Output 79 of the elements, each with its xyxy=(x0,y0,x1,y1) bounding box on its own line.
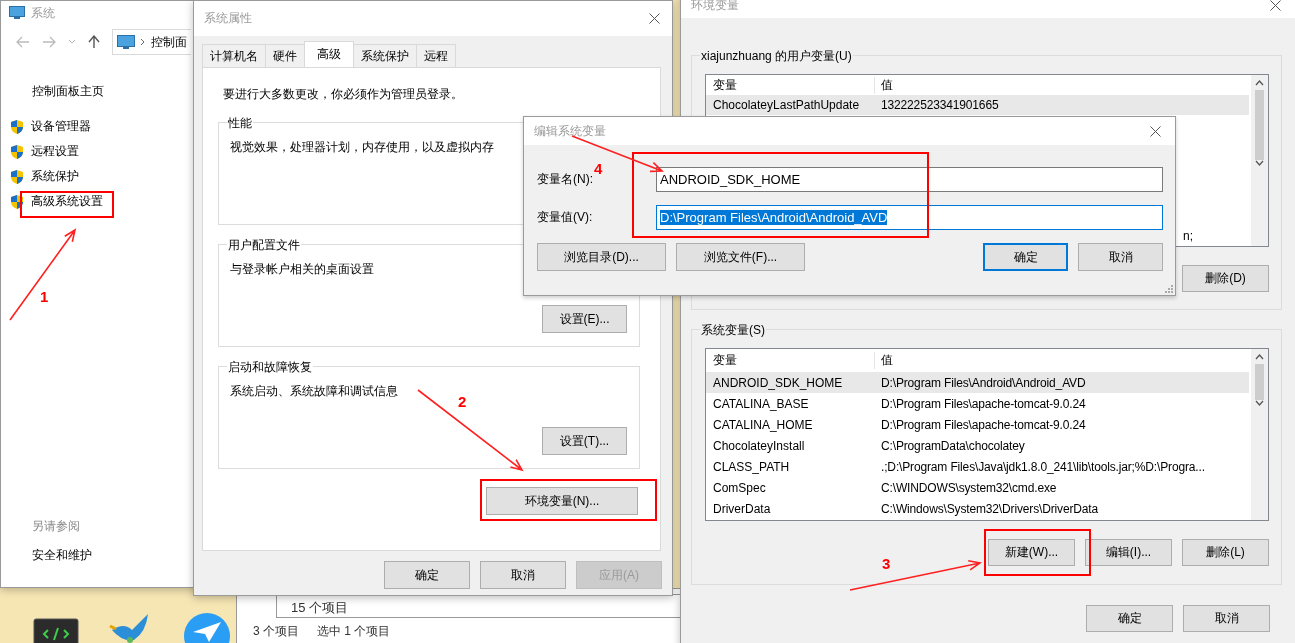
table-cell-text: C:\WINDOWS\system32\cmd.exe xyxy=(880,480,1057,495)
table-row[interactable]: ComSpec C:\WINDOWS\system32\cmd.exe xyxy=(706,477,1249,498)
control-panel-home-link[interactable]: 控制面板主页 xyxy=(32,83,104,100)
settings-link[interactable]: 设备管理器 xyxy=(31,118,91,135)
group-title: 启动和故障恢复 xyxy=(227,359,313,376)
settings-button[interactable]: 设置(E)... xyxy=(542,305,627,333)
column-header: 变量 xyxy=(706,352,875,369)
group-title: 用户配置文件 xyxy=(227,237,301,254)
settings-button[interactable]: 设置(T)... xyxy=(542,427,627,455)
input-field[interactable]: D:\Program Files\Android\Android_AVD xyxy=(656,205,1163,230)
table-cell-text: DriverData xyxy=(712,501,772,516)
window-title: 编辑系统变量 xyxy=(534,122,606,140)
table-row[interactable]: ChocolateyLastPathUpdate 132222523341901665 xyxy=(706,95,1249,115)
tab[interactable]: 计算机名 xyxy=(202,44,266,67)
browse-button[interactable]: 浏览文件(F)... xyxy=(676,243,805,271)
column-header: 值 xyxy=(880,352,893,369)
step-number: 3 xyxy=(882,555,891,572)
environment-variables-button[interactable]: 环境变量(N)... xyxy=(486,487,638,515)
item-count: 3 个项目 xyxy=(253,623,299,640)
table-cell-text: D:\Program Files\apache-tomcat-9.0.24 xyxy=(880,396,1086,411)
step-number: 2 xyxy=(458,393,467,410)
table-cell-text: CATALINA_BASE xyxy=(712,396,810,411)
table-cell: n; xyxy=(1183,228,1193,243)
dialog-button[interactable]: 确定 xyxy=(983,243,1068,271)
see-also-heading: 另请参阅 xyxy=(32,518,80,535)
step-number: 1 xyxy=(40,288,49,305)
address-bar[interactable]: 控制面 xyxy=(112,29,191,55)
table-cell-text: ComSpec xyxy=(712,480,767,495)
column-header: 值 xyxy=(880,76,893,94)
table-cell-text: CATALINA_HOME xyxy=(712,417,814,432)
variable-button[interactable]: 删除(L) xyxy=(1182,539,1269,566)
group-title: 系统变量(S) xyxy=(700,322,766,339)
variable-button[interactable]: 新建(W)... xyxy=(988,539,1075,566)
table-row[interactable]: ANDROID_SDK_HOME D:\Program Files\Android\Android_AVD xyxy=(706,372,1249,393)
dialog-button[interactable]: 确定 xyxy=(384,561,470,589)
group-title: 性能 xyxy=(227,115,253,132)
table-row[interactable]: CLASS_PATH .;D:\Program Files\Java\jdk1.8.0_241\lib\tools.jar;%D:\Progra... xyxy=(706,456,1249,477)
selection-count: 选中 1 个项目 xyxy=(317,623,391,640)
settings-link[interactable]: 远程设置 xyxy=(31,143,79,160)
table-cell-text: ChocolateyLastPathUpdate xyxy=(712,98,861,112)
delete-button[interactable]: 删除(D) xyxy=(1182,265,1269,292)
field-label: 变量值(V): xyxy=(537,209,594,226)
tab[interactable]: 远程 xyxy=(416,44,456,67)
group-description: 系统启动、系统故障和调试信息 xyxy=(230,383,398,400)
tab[interactable]: 高级 xyxy=(304,41,354,67)
dialog-button[interactable]: 确定 xyxy=(1086,605,1173,632)
group-title: xiajunzhuang 的用户变量(U) xyxy=(700,48,853,65)
settings-link[interactable]: 高级系统设置 xyxy=(31,193,103,210)
table-cell-text: ChocolateyInstall xyxy=(712,438,806,453)
table-cell-text: .;D:\Program Files\Java\jdk1.8.0_241\lib\tools.jar;%D:\Progra... xyxy=(880,459,1205,474)
column-header: 变量 xyxy=(706,76,875,94)
item-count: 15 个项目 xyxy=(291,600,349,615)
table-cell-text: D:\Program Files\apache-tomcat-9.0.24 xyxy=(880,417,1086,432)
group-description: 视觉效果，处理器计划，内存使用，以及虚拟内存 xyxy=(230,139,494,156)
dialog-button[interactable]: 取消 xyxy=(1078,243,1163,271)
table-row[interactable]: CATALINA_BASE D:\Program Files\apache-tomcat-9.0.24 xyxy=(706,393,1249,414)
dialog-button[interactable]: 取消 xyxy=(1183,605,1270,632)
address-text: 控制面 xyxy=(151,33,187,51)
window-title: 系统属性 xyxy=(204,10,252,27)
table-cell-text: ANDROID_SDK_HOME xyxy=(712,375,844,390)
settings-link[interactable]: 系统保护 xyxy=(31,168,79,185)
browse-button[interactable]: 浏览目录(D)... xyxy=(537,243,666,271)
group-description: 与登录帐户相关的桌面设置 xyxy=(230,261,374,278)
table-cell-text: C:\Windows\System32\Drivers\DriverData xyxy=(880,501,1098,516)
input-field[interactable]: ANDROID_SDK_HOME xyxy=(656,167,1163,192)
table-cell-text: D:\Program Files\Android\Android_AVD xyxy=(880,375,1086,390)
dialog-button[interactable]: 取消 xyxy=(480,561,566,589)
admin-notice: 要进行大多数更改，你必须作为管理员登录。 xyxy=(222,86,464,103)
table-cell-text: 132222523341901665 xyxy=(880,98,999,112)
window-title: 系统 xyxy=(31,4,55,22)
table-cell-text: CLASS_PATH xyxy=(712,459,791,474)
table-row[interactable]: DriverData C:\Windows\System32\Drivers\DriverData xyxy=(706,498,1249,519)
table-cell-text: C:\ProgramData\chocolatey xyxy=(880,438,1025,453)
table-row[interactable]: CATALINA_HOME D:\Program Files\apache-tomcat-9.0.24 xyxy=(706,414,1249,435)
step-number: 4 xyxy=(594,160,603,177)
variable-button[interactable]: 编辑(I)... xyxy=(1085,539,1172,566)
security-link[interactable]: 安全和维护 xyxy=(32,547,92,564)
table-row[interactable]: ChocolateyInstall C:\ProgramData\chocolatey xyxy=(706,435,1249,456)
field-label: 变量名(N): xyxy=(537,171,594,188)
